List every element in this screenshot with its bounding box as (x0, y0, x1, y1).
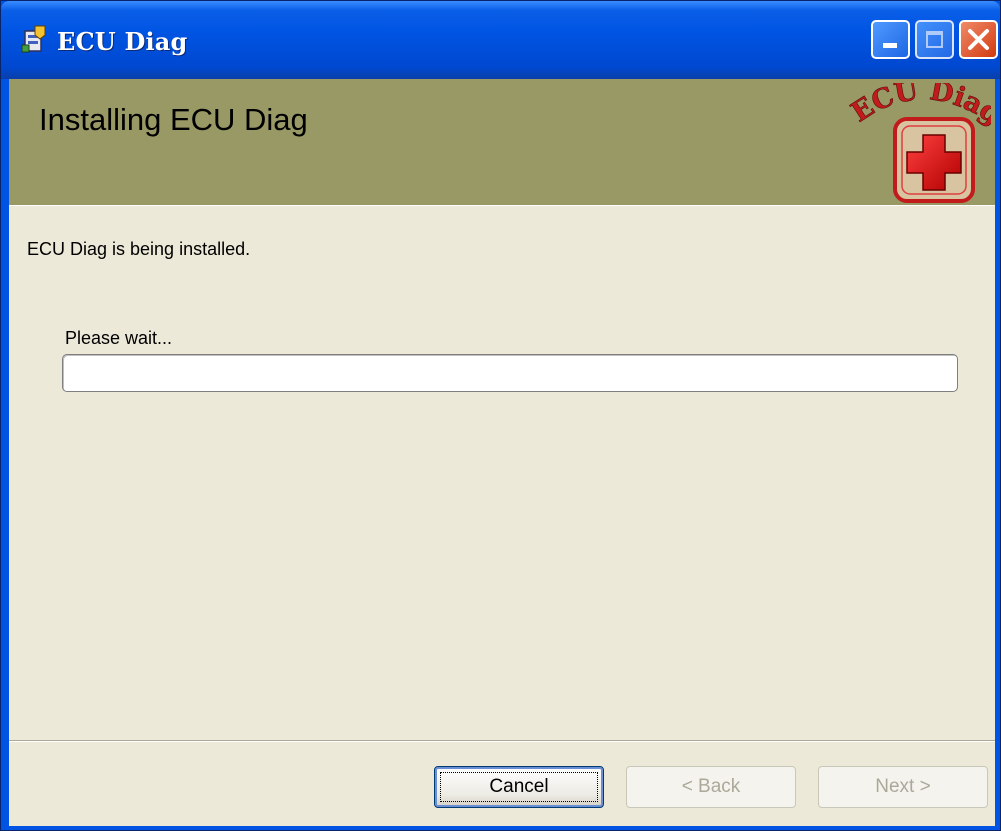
cancel-button[interactable]: Cancel (434, 766, 604, 808)
ecu-diag-logo: ECU Diag (846, 83, 991, 203)
installer-icon (21, 25, 46, 53)
footer-divider-highlight (9, 741, 995, 742)
focus-rectangle (440, 772, 598, 802)
next-button[interactable]: Next > (818, 766, 988, 808)
maximize-button[interactable] (915, 20, 954, 59)
window-title: ECU Diag (57, 27, 188, 56)
red-cross-icon (893, 117, 975, 203)
banner-heading: Installing ECU Diag (39, 102, 308, 137)
back-button[interactable]: < Back (626, 766, 796, 808)
dialog-client-area: Installing ECU Diag ECU Diag (9, 79, 995, 826)
banner-divider (9, 205, 995, 206)
minimize-button[interactable] (871, 20, 910, 59)
install-progress-bar (62, 354, 958, 392)
minimize-icon (883, 43, 897, 48)
close-icon (968, 29, 989, 50)
header-banner: Installing ECU Diag ECU Diag (9, 79, 995, 205)
maximize-icon (926, 31, 943, 48)
next-button-label: Next > (875, 776, 931, 797)
install-description: ECU Diag is being installed. (27, 239, 251, 259)
close-button[interactable] (959, 20, 998, 59)
installer-window: ECU Diag Installing ECU Diag ECU Dia ECU… (0, 0, 1001, 831)
back-button-label: < Back (681, 776, 741, 797)
status-label: Please wait... (65, 328, 173, 348)
title-bar[interactable]: ECU Diag (1, 1, 1000, 79)
